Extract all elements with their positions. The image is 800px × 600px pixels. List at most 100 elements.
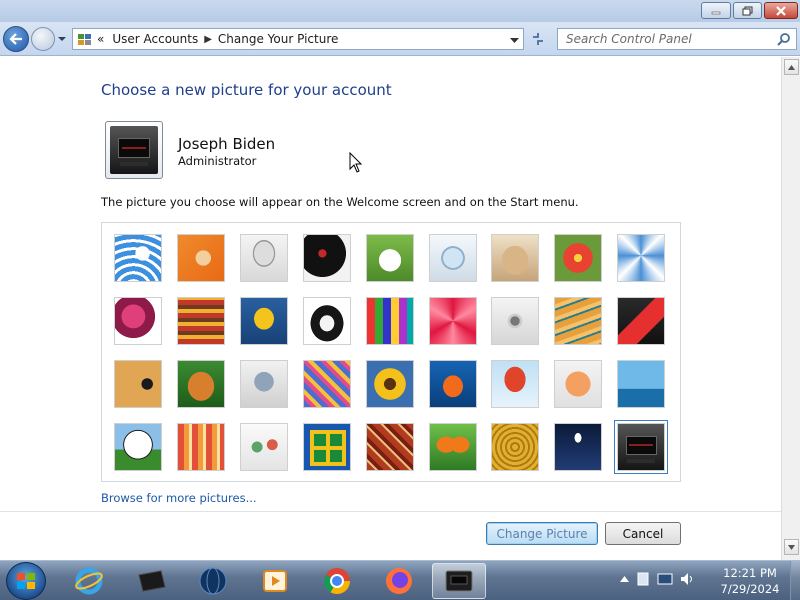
content-pane: Choose a new picture for your account Jo… [0, 57, 781, 560]
picture-option-flower[interactable] [554, 234, 603, 282]
picture-option-puppy[interactable] [176, 360, 225, 408]
internet-explorer-icon [75, 567, 103, 595]
picture-option-hot-air-balloon[interactable] [491, 360, 540, 408]
globe-icon [199, 567, 227, 595]
picture-option-robot[interactable] [239, 360, 288, 408]
show-desktop-button[interactable] [790, 561, 800, 600]
picture-option-roller-coaster[interactable] [114, 234, 162, 282]
picture-option-butterfly[interactable] [428, 423, 477, 471]
picture-option-ball[interactable] [114, 297, 162, 345]
breadcrumb-prefix[interactable]: « [97, 32, 104, 46]
search-input[interactable]: Search Control Panel [557, 28, 797, 50]
control-panel-icon [78, 34, 91, 45]
picture-option-machine[interactable] [614, 420, 669, 474]
breadcrumb-user-accounts[interactable]: User Accounts [112, 32, 198, 46]
picture-option-robot-figure[interactable] [239, 234, 288, 282]
machine-picture [110, 126, 158, 174]
picture-option-pinwheel[interactable] [617, 234, 666, 282]
refresh-icon [533, 33, 543, 45]
clock-date: 7/29/2024 [720, 582, 780, 596]
picture-option-window[interactable] [302, 423, 351, 471]
control-panel-window-icon [445, 570, 473, 592]
back-button[interactable] [3, 26, 29, 52]
change-picture-button[interactable]: Change Picture [486, 522, 598, 545]
restore-icon [742, 6, 752, 15]
address-bar[interactable]: « User Accounts ▶ Change Your Picture [72, 28, 524, 50]
address-dropdown-icon[interactable] [510, 36, 519, 44]
tray-expand-icon[interactable] [620, 575, 629, 583]
picture-option-guitar[interactable] [114, 360, 162, 408]
refresh-button[interactable] [527, 29, 549, 49]
window-titlebar [0, 0, 800, 22]
navigation-bar: « User Accounts ▶ Change Your Picture Se… [0, 22, 800, 56]
taskbar-firefox[interactable] [372, 563, 426, 599]
search-icon[interactable] [777, 32, 791, 46]
action-center-icon[interactable] [635, 571, 651, 587]
picture-option-starfish[interactable] [176, 234, 225, 282]
network-icon[interactable] [657, 571, 673, 587]
vertical-scrollbar[interactable] [781, 57, 800, 560]
picture-option-crayons[interactable] [365, 297, 414, 345]
picture-option-stripes[interactable] [176, 423, 225, 471]
divider [0, 511, 781, 512]
picture-option-fabric[interactable] [176, 297, 225, 345]
browse-pictures-link[interactable]: Browse for more pictures... [101, 491, 257, 505]
search-placeholder: Search Control Panel [566, 32, 692, 46]
back-arrow-icon [9, 33, 22, 45]
picture-option-fish[interactable] [428, 360, 477, 408]
restore-button[interactable] [733, 2, 762, 19]
taskbar-device[interactable] [124, 563, 178, 599]
picture-option-vinyl-record[interactable] [302, 234, 351, 282]
picture-option-textile[interactable] [365, 423, 414, 471]
scroll-down-icon [788, 544, 795, 550]
picture-option-wicker[interactable] [491, 423, 540, 471]
taskbar: 12:21 PM 7/29/2024 [0, 560, 800, 600]
device-icon [138, 570, 166, 592]
picture-option-lucky-cat[interactable] [365, 234, 414, 282]
picture-option-scarf[interactable] [302, 360, 351, 408]
picture-option-sailboat[interactable] [617, 360, 666, 408]
windows-logo-icon [17, 573, 35, 589]
minimize-button[interactable] [701, 2, 731, 19]
recent-pages-dropdown-icon[interactable] [57, 34, 67, 44]
picture-option-jacks[interactable] [491, 297, 540, 345]
taskbar-control-panel[interactable] [432, 563, 486, 599]
cancel-button[interactable]: Cancel [605, 522, 681, 545]
picture-option-stairs[interactable] [554, 297, 603, 345]
close-button[interactable] [764, 2, 798, 19]
picture-option-doll[interactable] [554, 360, 603, 408]
scroll-up-icon [788, 64, 795, 70]
picture-grid [101, 222, 681, 482]
scroll-down-button[interactable] [784, 539, 799, 555]
picture-description: The picture you choose will appear on th… [101, 195, 579, 209]
picture-option-sunflower[interactable] [365, 360, 414, 408]
scroll-up-button[interactable] [784, 59, 799, 75]
picture-option-leaf[interactable] [239, 297, 288, 345]
picture-option-lighthouse[interactable] [554, 423, 603, 471]
firefox-icon [386, 568, 412, 594]
current-account-picture [105, 121, 163, 179]
taskbar-clock[interactable]: 12:21 PM 7/29/2024 [716, 565, 784, 597]
volume-icon[interactable] [679, 571, 695, 587]
forward-button[interactable] [31, 27, 55, 51]
taskbar-internet-explorer[interactable] [62, 563, 116, 599]
picture-option-marbles[interactable] [239, 423, 288, 471]
picture-option-dog[interactable] [302, 297, 351, 345]
minimize-icon [711, 11, 721, 14]
picture-option-snowflake[interactable] [428, 297, 477, 345]
picture-option-gyroscope[interactable] [428, 234, 477, 282]
taskbar-chrome[interactable] [310, 563, 364, 599]
picture-option-soccer-ball[interactable] [114, 423, 162, 471]
system-tray [620, 571, 695, 587]
close-icon [776, 5, 786, 16]
taskbar-globe[interactable] [186, 563, 240, 599]
start-button[interactable] [6, 562, 46, 600]
user-name: Joseph Biden [178, 135, 276, 153]
breadcrumb-separator-icon[interactable]: ▶ [204, 34, 212, 45]
taskbar-media-player[interactable] [248, 563, 302, 599]
picture-option-kitten[interactable] [491, 234, 540, 282]
page-title: Choose a new picture for your account [101, 81, 392, 99]
breadcrumb-change-picture[interactable]: Change Your Picture [218, 32, 338, 46]
picture-option-paper-crane[interactable] [617, 297, 666, 345]
chrome-icon [323, 568, 351, 595]
